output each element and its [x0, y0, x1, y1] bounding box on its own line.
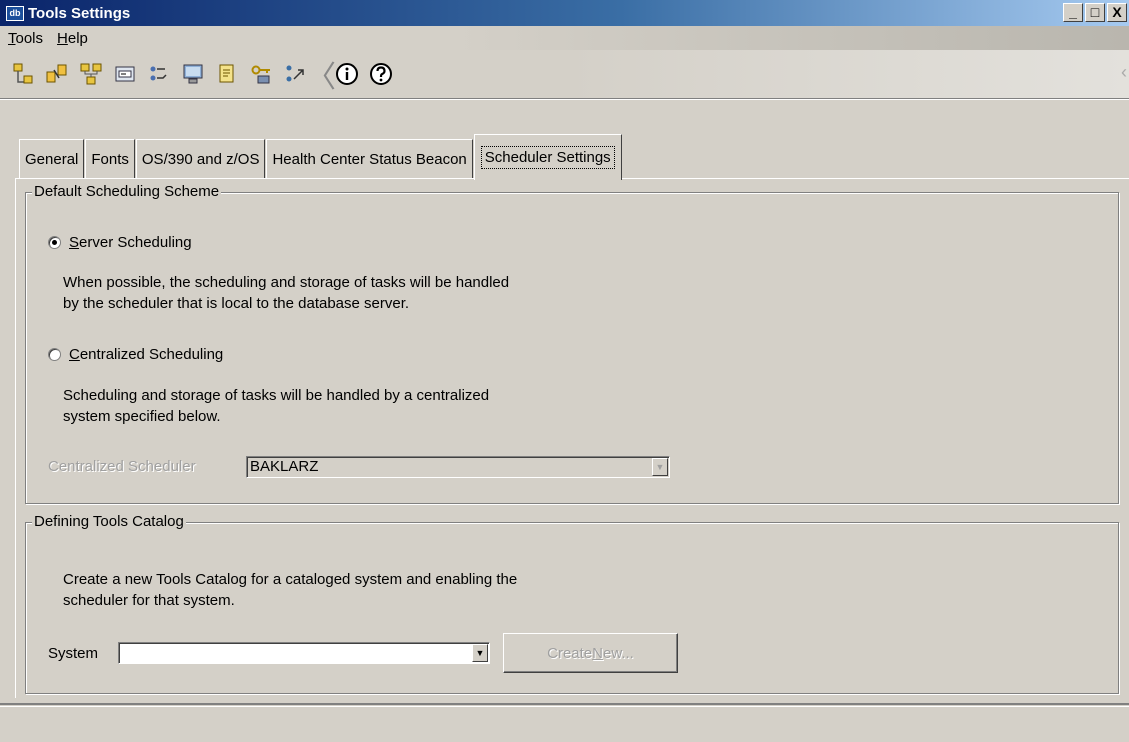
system-combo[interactable]: ▼ [118, 642, 490, 664]
maximize-button[interactable]: □ [1085, 3, 1105, 22]
tab-health-center-status-beacon[interactable]: Health Center Status Beacon [266, 139, 473, 179]
health-center-button[interactable] [178, 57, 208, 91]
centralized-scheduler-label: Centralized Scheduler [48, 458, 196, 475]
centralized-scheduling-radio[interactable] [48, 348, 61, 361]
development-center-icon [286, 65, 304, 82]
group-legend: Defining Tools Catalog [32, 513, 186, 530]
window-controls: _ □ X [1063, 3, 1127, 22]
menu-help[interactable]: Help [57, 30, 88, 47]
app-icon: db [6, 5, 24, 21]
window-title: Tools Settings [28, 4, 131, 22]
centralized-scheduling-option[interactable]: Centralized Scheduling [48, 346, 223, 363]
create-new-button[interactable]: Create New... [503, 633, 678, 673]
status-bar [0, 708, 1129, 742]
menu-bar: Tools Help [0, 26, 1129, 50]
centralized-scheduler-combo[interactable]: BAKLARZ ▼ [246, 456, 670, 478]
tab-strip: General Fonts OS/390 and z/OS Health Cen… [19, 131, 623, 180]
centralized-scheduler-value: BAKLARZ [250, 458, 319, 475]
task-center-button[interactable] [144, 57, 174, 91]
satellite-admin-center-icon [80, 63, 102, 85]
tab-label: Health Center Status Beacon [272, 150, 467, 168]
command-editor-button[interactable] [110, 57, 140, 91]
server-scheduling-radio[interactable] [48, 236, 61, 249]
system-label: System [48, 645, 99, 662]
dropdown-arrow-icon[interactable]: ▼ [472, 644, 488, 662]
tab-scheduler-settings[interactable]: Scheduler Settings [473, 134, 622, 180]
minimize-button[interactable]: _ [1063, 3, 1083, 22]
task-center-icon [150, 66, 167, 81]
centralized-scheduling-description: Scheduling and storage of tasks will be … [63, 387, 490, 425]
license-center-button[interactable] [246, 57, 276, 91]
group-legend: Default Scheduling Scheme [32, 183, 222, 200]
title-bar: db Tools Settings _ □ X [0, 0, 1129, 26]
replication-center-button[interactable] [42, 57, 72, 91]
control-center-button[interactable] [8, 57, 38, 91]
control-center-icon [13, 63, 33, 84]
toolbar-overflow-icon[interactable]: ‹ [1121, 62, 1127, 83]
toolbar-separator: 〈 [306, 61, 336, 94]
tab-os390[interactable]: OS/390 and z/OS [135, 139, 266, 179]
tools-catalog-description: Create a new Tools Catalog for a catalog… [63, 571, 518, 609]
centralized-scheduling-label: Centralized Scheduling [69, 346, 224, 363]
server-scheduling-description: When possible, the scheduling and storag… [63, 274, 510, 312]
server-scheduling-label: Server Scheduling [69, 234, 192, 251]
server-scheduling-option[interactable]: Server Scheduling [48, 234, 192, 251]
command-editor-icon [115, 66, 135, 82]
journal-icon [219, 64, 234, 83]
license-center-icon [251, 65, 270, 84]
info-button[interactable] [332, 57, 362, 91]
help-button[interactable] [366, 57, 396, 91]
toolbar: 〈 [0, 50, 1129, 98]
health-center-icon [183, 64, 203, 84]
toolbar-divider [0, 98, 1129, 100]
help-icon [370, 63, 392, 85]
dropdown-arrow-icon[interactable]: ▼ [652, 458, 668, 476]
tab-fonts[interactable]: Fonts [85, 139, 135, 179]
journal-button[interactable] [212, 57, 242, 91]
tab-label: General [25, 150, 79, 168]
tab-label: Fonts [91, 150, 129, 168]
tab-label: OS/390 and z/OS [141, 150, 260, 168]
info-icon [336, 63, 358, 85]
replication-center-icon [46, 64, 67, 83]
tab-general[interactable]: General [19, 139, 85, 179]
menu-tools[interactable]: Tools [8, 30, 43, 47]
close-button[interactable]: X [1107, 3, 1127, 22]
tab-label: Scheduler Settings [480, 146, 615, 169]
bottom-divider [0, 703, 1129, 707]
satellite-admin-center-button[interactable] [76, 57, 106, 91]
